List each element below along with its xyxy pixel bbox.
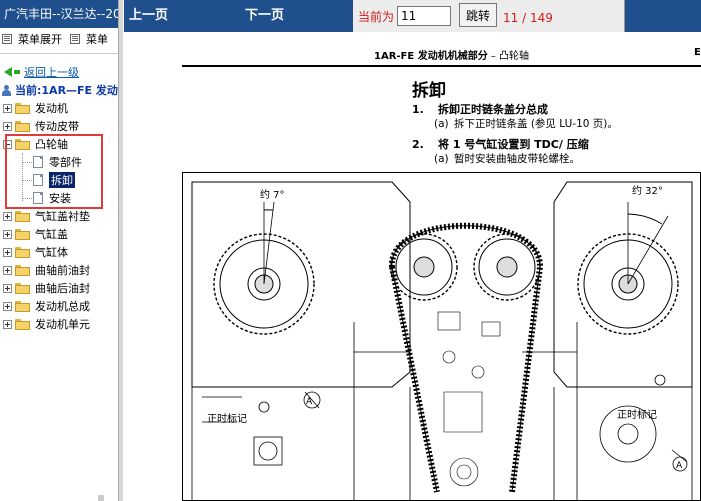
tree-doc-installation[interactable]: 安装 xyxy=(33,189,71,207)
expand-plus-icon[interactable] xyxy=(3,247,12,257)
folder-icon xyxy=(15,102,30,114)
menu-collapse-label: 菜单 xyxy=(86,33,108,46)
prev-page-button[interactable]: 上一页 xyxy=(129,0,168,32)
folder-icon xyxy=(15,318,30,330)
tree-folder-drive-belt[interactable]: 传动皮带 xyxy=(0,117,79,135)
tree-folder-head-gasket[interactable]: 气缸盖衬垫 xyxy=(0,207,90,225)
menu-icon xyxy=(70,34,80,44)
user-icon xyxy=(2,84,11,96)
left-horizontal-scrollbar[interactable] xyxy=(0,495,118,501)
page-number-input[interactable] xyxy=(397,6,451,26)
current-location-label: 当前:1AR—FE 发动 xyxy=(15,84,118,97)
tree-folder-engine[interactable]: 发动机 xyxy=(0,99,68,117)
menu-icon xyxy=(2,34,12,44)
left-mark-label: 正时标记 xyxy=(207,413,247,425)
back-arrow-icon xyxy=(4,67,12,77)
tree-folder-engine-assembly[interactable]: 发动机总成 xyxy=(0,297,90,315)
folder-icon xyxy=(15,120,30,132)
menu-expand-button[interactable]: 菜单展开 xyxy=(2,31,62,47)
page-count: 11 / 149 xyxy=(503,11,553,25)
expand-plus-icon[interactable] xyxy=(3,319,12,329)
tree-folder-cylinder-head[interactable]: 气缸盖 xyxy=(0,225,68,243)
page-jump-box: 当前为 跳转 11 / 149 xyxy=(353,0,625,32)
step-2a: (a) 暂时安装曲轴皮带轮螺栓。 xyxy=(434,153,580,165)
page-nav-bar: 上一页 下一页 当前为 跳转 11 / 149 xyxy=(124,0,701,32)
expand-plus-icon[interactable] xyxy=(3,301,12,311)
menu-expand-label: 菜单展开 xyxy=(18,33,62,46)
step-2: 2. 将 1 号气缸设置到 TDC/ 压缩 xyxy=(412,138,589,151)
page-corner-code: E xyxy=(694,47,701,58)
next-page-button[interactable]: 下一页 xyxy=(245,0,284,32)
expand-plus-icon[interactable] xyxy=(3,283,12,293)
left-mark-letter: A xyxy=(306,397,313,407)
tree-folder-engine-unit[interactable]: 发动机单元 xyxy=(0,315,90,333)
collapse-minus-icon[interactable] xyxy=(3,139,12,149)
header-rule xyxy=(182,65,701,67)
document-icon xyxy=(33,156,43,168)
folder-open-icon xyxy=(15,138,30,150)
tree-folder-front-oil-seal[interactable]: 曲轴前油封 xyxy=(0,261,90,279)
folder-icon xyxy=(15,264,30,276)
left-menu-bar: 菜单展开 菜单 xyxy=(0,28,118,50)
folder-icon xyxy=(15,210,30,222)
expand-plus-icon[interactable] xyxy=(3,265,12,275)
left-divider-line xyxy=(0,53,118,54)
tree-doc-components[interactable]: 零部件 xyxy=(33,153,82,171)
folder-icon xyxy=(15,228,30,240)
expand-plus-icon[interactable] xyxy=(3,211,12,221)
left-pane-title: 广汽丰田--汉兰达--200 xyxy=(0,0,118,28)
folder-icon xyxy=(15,300,30,312)
left-angle-label: 约 7° xyxy=(260,188,285,201)
folder-icon xyxy=(15,282,30,294)
tree-folder-rear-oil-seal[interactable]: 曲轴后油封 xyxy=(0,279,90,297)
manual-page: 1AR-FE 发动机机械部分 – 凸轮轴 E 拆卸 1. 拆卸正时链条盖分总成 (… xyxy=(124,32,701,501)
left-nav-pane: 广汽丰田--汉兰达--200 菜单展开 菜单 返回上一级 当前:1AR—FE 发… xyxy=(0,0,118,501)
current-location: 当前:1AR—FE 发动 xyxy=(2,82,118,98)
expand-plus-icon[interactable] xyxy=(3,229,12,239)
expand-plus-icon[interactable] xyxy=(3,121,12,131)
back-link[interactable]: 返回上一级 xyxy=(4,64,79,80)
right-mark-label: 正时标记 xyxy=(617,409,657,421)
document-icon xyxy=(33,174,43,186)
right-angle-label: 约 32° xyxy=(632,184,663,197)
tree-doc-removal[interactable]: 拆卸 xyxy=(33,171,75,189)
folder-icon xyxy=(15,246,30,258)
tree-folder-camshaft[interactable]: 凸轮轴 xyxy=(0,135,68,153)
timing-chain-diagram: 约 7° 约 32° 正时标记 A 正时标记 A xyxy=(182,172,701,501)
step-1: 1. 拆卸正时链条盖分总成 xyxy=(412,103,548,116)
expand-plus-icon[interactable] xyxy=(3,103,12,113)
jump-button[interactable]: 跳转 xyxy=(459,3,497,27)
back-link-label: 返回上一级 xyxy=(24,66,79,79)
menu-collapse-button[interactable]: 菜单 xyxy=(70,31,108,47)
tree-folder-cylinder-block[interactable]: 气缸体 xyxy=(0,243,68,261)
document-icon xyxy=(33,192,43,204)
section-title: 拆卸 xyxy=(412,81,446,101)
right-mark-letter: A xyxy=(676,461,683,471)
current-page-label: 当前为 xyxy=(358,10,395,24)
step-1a: (a) 拆下正时链条盖 (参见 LU-10 页)。 xyxy=(434,118,618,130)
page-header: 1AR-FE 发动机机械部分 – 凸轮轴 xyxy=(374,51,530,62)
